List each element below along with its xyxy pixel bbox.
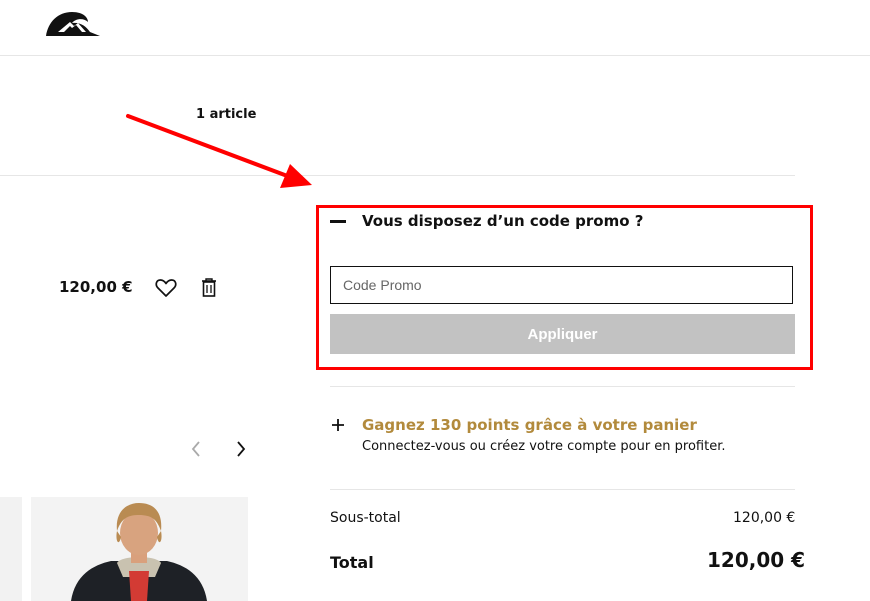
product-card[interactable] — [31, 497, 248, 601]
divider — [330, 386, 795, 387]
divider — [330, 489, 795, 490]
subtotal-value: 120,00 € — [733, 510, 796, 526]
chevron-left-icon[interactable] — [189, 440, 203, 458]
heart-icon[interactable] — [155, 278, 177, 298]
product-card[interactable] — [0, 497, 22, 601]
item-price: 120,00 € — [59, 278, 133, 296]
product-photo — [71, 503, 207, 601]
site-header — [0, 0, 870, 56]
total-label: Total — [330, 553, 374, 572]
total-value: 120,00 € — [707, 548, 806, 572]
plus-icon[interactable] — [330, 417, 346, 433]
highlight-box — [316, 205, 813, 370]
chevron-right-icon[interactable] — [234, 440, 248, 458]
divider — [330, 175, 795, 176]
loyalty-subtitle: Connectez-vous ou créez votre compte pou… — [362, 439, 726, 454]
quiksilver-logo-icon[interactable] — [44, 8, 102, 38]
loyalty-title: Gagnez 130 points grâce à votre panier — [362, 416, 697, 434]
trash-icon[interactable] — [200, 277, 218, 298]
subtotal-label: Sous-total — [330, 510, 401, 526]
annotation-arrow-icon — [120, 100, 340, 210]
